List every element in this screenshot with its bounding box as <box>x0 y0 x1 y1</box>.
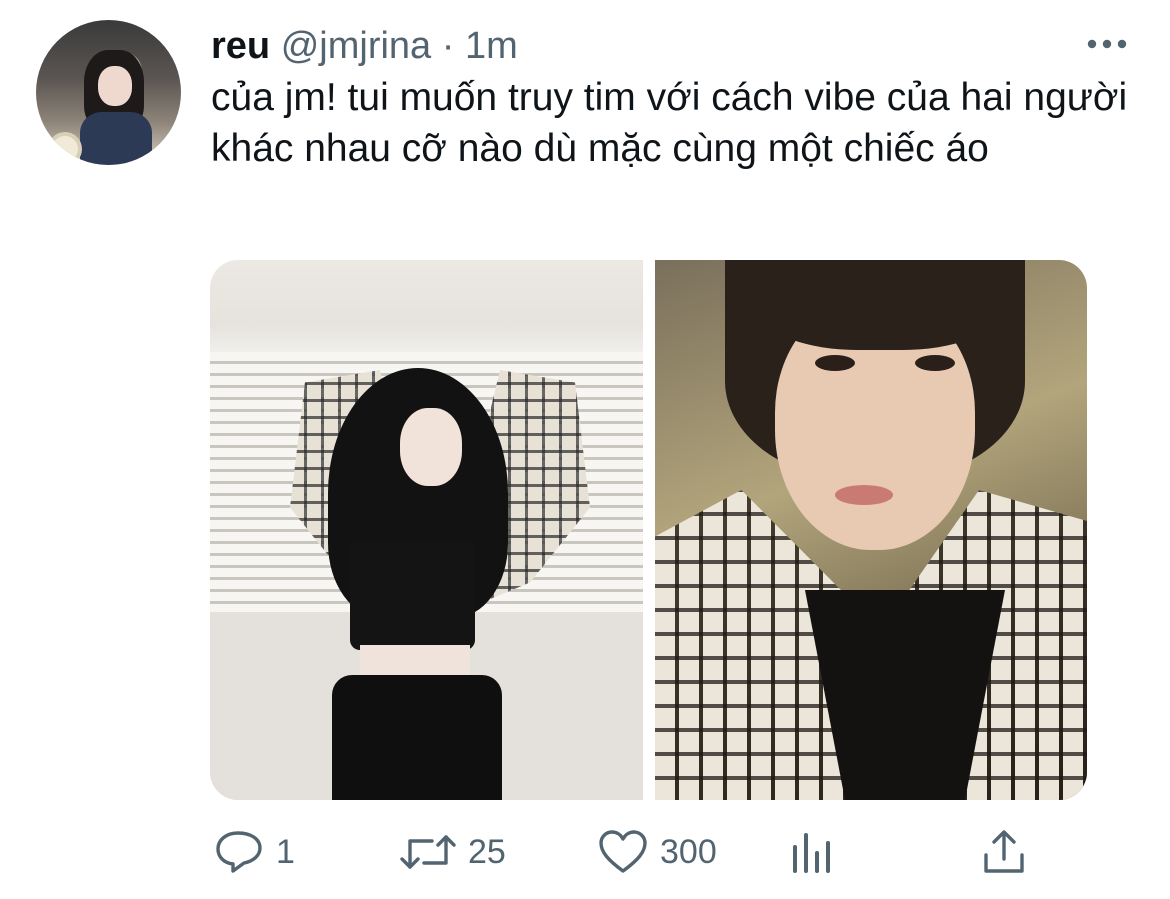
analytics-icon <box>793 833 830 873</box>
tweet-media[interactable] <box>210 260 1087 800</box>
share-icon <box>984 830 1024 873</box>
face <box>400 408 462 486</box>
separator: · <box>441 25 455 67</box>
lips <box>835 485 893 505</box>
retweet-count: 25 <box>468 832 506 871</box>
more-horizontal-icon <box>1087 39 1127 49</box>
reply-icon <box>216 831 262 873</box>
eye <box>815 355 855 371</box>
eye <box>915 355 955 371</box>
black-pants <box>332 675 502 800</box>
avatar[interactable] <box>36 20 181 165</box>
retweet-button[interactable]: 25 <box>400 826 506 878</box>
share-button[interactable] <box>982 826 1026 878</box>
tweet[interactable]: reu @jmjrina · 1m của jm! tui muốn truy … <box>0 0 1170 899</box>
photo-left[interactable] <box>210 260 643 800</box>
more-options-button[interactable] <box>1086 32 1128 56</box>
user-handle[interactable]: @jmjrina <box>281 25 431 67</box>
like-button[interactable]: 300 <box>598 826 717 878</box>
analytics-button[interactable] <box>790 826 834 878</box>
tweet-actions: 1 25 300 <box>210 826 1030 878</box>
heart-icon <box>599 830 647 873</box>
avatar-body <box>80 112 152 165</box>
display-name[interactable]: reu <box>211 25 270 67</box>
avatar-flower <box>52 136 78 162</box>
black-top <box>350 540 475 650</box>
timestamp[interactable]: 1m <box>465 25 518 67</box>
tweet-header: reu @jmjrina · 1m <box>211 24 518 68</box>
like-count: 300 <box>660 832 717 871</box>
avatar-face <box>98 66 132 106</box>
bangs <box>765 260 995 350</box>
retweet-icon <box>400 835 456 869</box>
reply-button[interactable]: 1 <box>214 826 295 878</box>
reply-count: 1 <box>276 832 295 871</box>
photo-right[interactable] <box>655 260 1087 800</box>
tweet-text: của jm! tui muốn truy tim với cách vibe … <box>211 76 1128 170</box>
